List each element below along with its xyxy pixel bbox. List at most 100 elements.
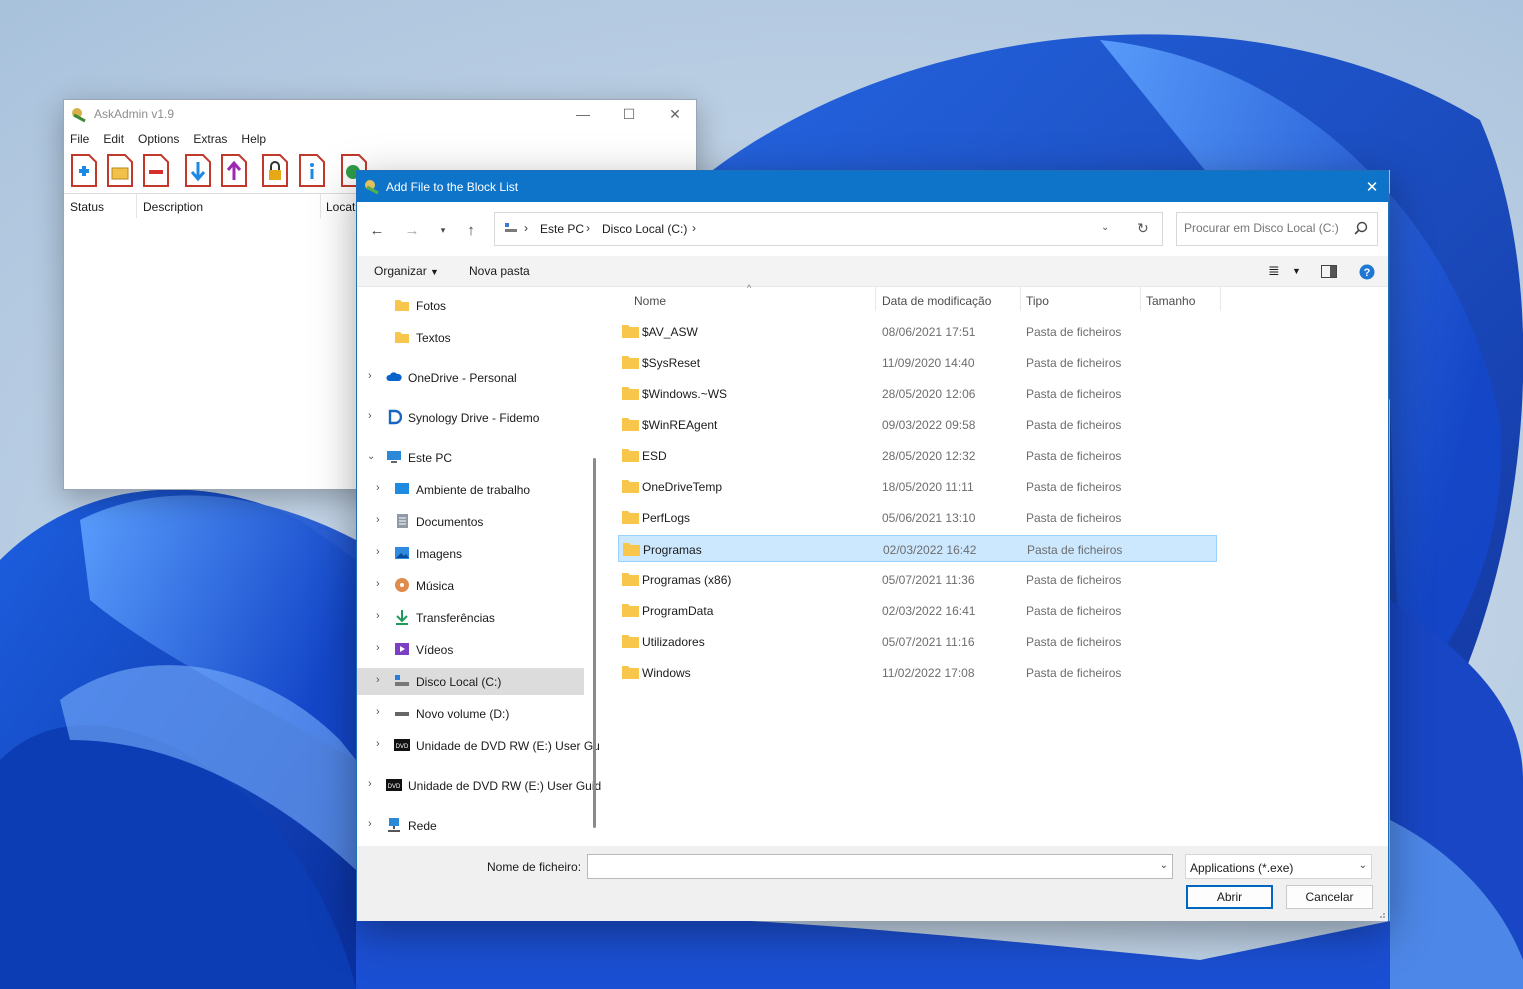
file-row[interactable]: Utilizadores 05/07/2021 11:16 Pasta de fic… <box>618 628 1217 655</box>
forward-button[interactable]: → <box>400 218 424 242</box>
cancel-button[interactable]: Cancelar <box>1286 885 1373 909</box>
nav-scrollbar[interactable] <box>593 458 596 828</box>
file-date: 05/07/2021 11:16 <box>882 635 975 649</box>
chevron-right-icon[interactable]: › <box>376 674 380 686</box>
column-name[interactable]: Nome <box>634 294 666 308</box>
add-file-icon[interactable] <box>70 154 98 187</box>
breadcrumb-disco-local[interactable]: Disco Local (C:) <box>602 222 687 236</box>
address-bar[interactable]: › Este PC › Disco Local (C:) › ⌄ ↻ <box>494 212 1163 246</box>
nav-label: Música <box>416 579 455 593</box>
file-type-select[interactable]: Applications (*.exe) ⌄ <box>1185 854 1372 879</box>
file-row[interactable]: OneDriveTemp 18/05/2020 11:11 Pasta de fic… <box>618 473 1217 500</box>
maximize-button[interactable]: ☐ <box>606 100 652 128</box>
file-type: Pasta de ficheiros <box>1026 325 1122 339</box>
file-row[interactable]: $WinREAgent 09/03/2022 09:58 Pasta de fich… <box>618 411 1217 438</box>
remove-file-icon[interactable] <box>142 154 170 187</box>
nav-item-videos[interactable]: › Vídeos <box>357 636 584 663</box>
chevron-right-icon[interactable]: › <box>368 778 372 790</box>
chevron-down-icon[interactable]: ⌄ <box>367 451 375 462</box>
lock-icon[interactable] <box>261 154 289 187</box>
documents-icon <box>397 514 408 528</box>
nav-item-ambiente[interactable]: › Ambiente de trabalho <box>357 476 584 503</box>
organize-menu[interactable]: Organizar ▼ <box>374 264 439 278</box>
menu-options[interactable]: Options <box>138 132 179 146</box>
folder-icon <box>623 543 640 556</box>
address-dropdown-icon[interactable]: ⌄ <box>1101 222 1109 233</box>
menu-help[interactable]: Help <box>241 132 266 146</box>
up-button[interactable]: ↑ <box>459 218 483 242</box>
search-input[interactable] <box>1184 221 1344 235</box>
column-type[interactable]: Tipo <box>1026 294 1049 308</box>
chevron-right-icon[interactable]: › <box>368 818 372 830</box>
folder-icon <box>622 387 639 400</box>
chevron-down-icon[interactable]: ⌄ <box>1160 860 1168 871</box>
help-icon[interactable]: ? <box>1359 264 1375 280</box>
move-up-icon[interactable] <box>220 154 248 187</box>
nav-item-transferencias[interactable]: › Transferências <box>357 604 584 631</box>
nav-item-musica[interactable]: › Música <box>357 572 584 599</box>
column-location[interactable]: Locat <box>326 200 355 214</box>
breadcrumb-este-pc[interactable]: Este PC <box>540 222 584 236</box>
chevron-right-icon[interactable]: › <box>376 482 380 494</box>
file-row[interactable]: $SysReset 11/09/2020 14:40 Pasta de fichei… <box>618 349 1217 376</box>
chevron-right-icon[interactable]: › <box>376 738 380 750</box>
nav-item-imagens[interactable]: › Imagens <box>357 540 584 567</box>
file-type-value: Applications (*.exe) <box>1190 861 1294 875</box>
file-row[interactable]: ProgramData 02/03/2022 16:41 Pasta de fich… <box>618 597 1217 624</box>
nav-item-este-pc[interactable]: ⌄ Este PC <box>357 444 584 471</box>
file-row[interactable]: Windows 11/02/2022 17:08 Pasta de ficheiro… <box>618 659 1217 686</box>
chevron-down-icon[interactable]: ▼ <box>1292 266 1301 276</box>
column-status[interactable]: Status <box>70 200 104 214</box>
nav-item-textos[interactable]: Textos <box>357 324 584 351</box>
nav-item-synology[interactable]: › Synology Drive - Fidemo <box>357 404 584 431</box>
file-row[interactable]: $Windows.~WS 28/05/2020 12:06 Pasta de fic… <box>618 380 1217 407</box>
column-divider <box>875 287 876 311</box>
resize-grip-icon[interactable] <box>1377 910 1385 918</box>
menu-file[interactable]: File <box>70 132 89 146</box>
nav-item-fotos[interactable]: Fotos <box>357 292 584 319</box>
close-button[interactable]: ✕ <box>652 100 698 128</box>
filename-field[interactable]: ⌄ <box>587 854 1173 879</box>
preview-pane-icon[interactable] <box>1321 265 1337 278</box>
nav-item-rede[interactable]: › Rede <box>357 812 584 839</box>
chevron-right-icon[interactable]: › <box>368 410 372 422</box>
file-row[interactable]: Programas (x86) 05/07/2021 11:36 Pasta de … <box>618 566 1217 593</box>
menu-extras[interactable]: Extras <box>193 132 227 146</box>
view-options-icon[interactable]: ≣ <box>1268 262 1280 279</box>
back-button[interactable]: ← <box>365 218 389 242</box>
refresh-icon[interactable]: ↻ <box>1137 220 1149 237</box>
open-button[interactable]: Abrir <box>1186 885 1273 909</box>
filename-input[interactable] <box>592 855 1152 877</box>
minimize-button[interactable]: — <box>560 100 606 128</box>
search-box[interactable] <box>1176 212 1378 246</box>
column-size[interactable]: Tamanho <box>1146 294 1195 308</box>
file-date: 11/09/2020 14:40 <box>882 356 975 370</box>
new-folder-button[interactable]: Nova pasta <box>469 264 530 278</box>
chevron-right-icon[interactable]: › <box>376 642 380 654</box>
column-date[interactable]: Data de modificação <box>882 294 991 308</box>
info-icon[interactable] <box>298 154 326 187</box>
nav-item-documentos[interactable]: › Documentos <box>357 508 584 535</box>
menu-edit[interactable]: Edit <box>103 132 124 146</box>
nav-item-dvd-1[interactable]: › DVD Unidade de DVD RW (E:) User Gu <box>357 732 600 759</box>
column-description[interactable]: Description <box>143 200 203 214</box>
search-icon[interactable] <box>1353 221 1369 237</box>
dialog-close-button[interactable]: ✕ <box>1356 171 1388 202</box>
nav-item-onedrive[interactable]: › OneDrive - Personal <box>357 364 584 391</box>
nav-item-novo-volume[interactable]: › Novo volume (D:) <box>357 700 584 727</box>
nav-item-dvd-2[interactable]: › DVD Unidade de DVD RW (E:) User Guid <box>357 772 601 799</box>
nav-item-disco-local[interactable]: › Disco Local (C:) <box>357 668 584 695</box>
chevron-right-icon[interactable]: › <box>376 578 380 590</box>
file-row[interactable]: ESD 28/05/2020 12:32 Pasta de ficheiros <box>618 442 1217 469</box>
chevron-right-icon[interactable]: › <box>376 706 380 718</box>
chevron-right-icon[interactable]: › <box>376 514 380 526</box>
move-down-icon[interactable] <box>184 154 212 187</box>
file-row[interactable]: PerfLogs 05/06/2021 13:10 Pasta de ficheir… <box>618 504 1217 531</box>
recent-locations-button[interactable]: ▾ <box>431 218 455 242</box>
file-row[interactable]: $AV_ASW 08/06/2021 17:51 Pasta de ficheiro… <box>618 318 1217 345</box>
chevron-right-icon[interactable]: › <box>368 370 372 382</box>
add-folder-icon[interactable] <box>106 154 134 187</box>
chevron-right-icon[interactable]: › <box>376 610 380 622</box>
file-row[interactable]: Programas 02/03/2022 16:42 Pasta de fichei… <box>618 535 1217 562</box>
chevron-right-icon[interactable]: › <box>376 546 380 558</box>
